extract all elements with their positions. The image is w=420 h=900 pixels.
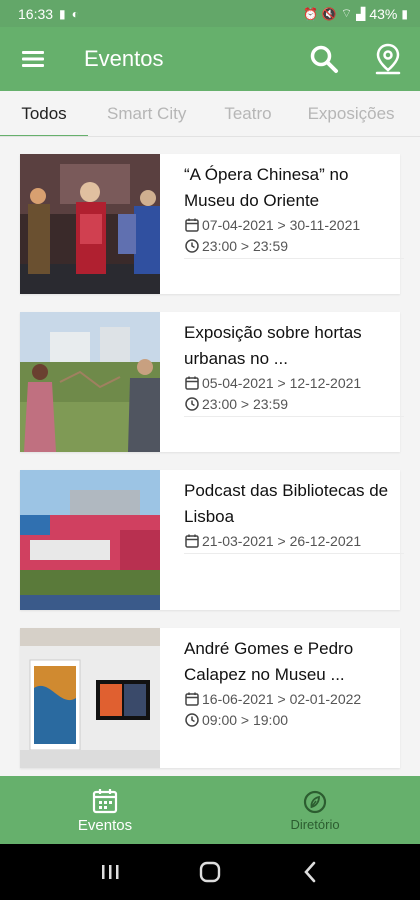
divider <box>184 416 404 417</box>
event-date-range: 16-06-2021 > 02-01-2022 <box>202 690 362 707</box>
event-card[interactable]: Exposição sobre hortas urbanas no ... 05… <box>20 312 404 452</box>
home-button[interactable] <box>190 852 230 892</box>
event-card[interactable]: Podcast das Bibliotecas de Lisboa 21-03-… <box>20 470 404 610</box>
battery-icon: ▮ <box>401 6 408 21</box>
clock-icon <box>185 238 199 253</box>
event-date-range: 07-04-2021 > 30-11-2021 <box>202 216 361 233</box>
tab-todos[interactable]: Todos <box>0 91 88 136</box>
wifi-icon: ⌔ <box>340 6 353 20</box>
mute-icon: 🔇 <box>321 6 337 21</box>
event-thumbnail <box>20 470 160 610</box>
event-hours: 23:00 > 23:59 <box>184 393 404 414</box>
signal-icon: ▟ <box>356 6 366 21</box>
event-title: Exposição sobre hortas urbanas no ... <box>184 323 362 368</box>
event-title: Podcast das Bibliotecas de Lisboa <box>184 481 389 526</box>
event-title: André Gomes e Pedro Calapez no Museu ... <box>184 639 354 684</box>
clock-icon <box>185 396 199 411</box>
event-title: “A Ópera Chinesa” no Museu do Oriente <box>184 165 349 210</box>
event-dates: 07-04-2021 > 30-11-2021 <box>184 214 404 235</box>
battery-level: 43% <box>369 5 398 22</box>
hamburger-menu-icon <box>22 51 44 67</box>
status-bar: 16:33 ▮ ◐ ⏰ 🔇 ⌔ ▟ 43% ▮ <box>0 0 420 27</box>
back-button[interactable] <box>290 852 330 892</box>
nav-diretorio[interactable]: Diretório <box>210 776 420 844</box>
calendar-icon <box>185 692 199 706</box>
search-icon <box>310 45 338 73</box>
event-date-range: 05-04-2021 > 12-12-2021 <box>202 374 362 391</box>
map-location-button[interactable] <box>356 27 420 91</box>
event-thumbnail <box>20 154 160 294</box>
clock-icon <box>185 712 199 727</box>
status-time: 16:33 <box>18 5 54 22</box>
event-date-range: 21-03-2021 > 26-12-2021 <box>202 532 362 549</box>
recent-apps-icon <box>102 865 119 879</box>
event-thumbnail <box>20 312 160 452</box>
event-hours: 09:00 > 19:00 <box>184 709 386 730</box>
divider <box>184 553 404 554</box>
nav-eventos-label: Eventos <box>77 816 133 834</box>
nav-diretorio-label: Diretório <box>290 816 340 832</box>
event-dates: 21-03-2021 > 26-12-2021 <box>184 530 404 551</box>
page-title: Eventos <box>84 46 164 71</box>
tab-smart-city[interactable]: Smart City <box>107 91 186 136</box>
tab-exposicoes[interactable]: Exposições <box>308 91 395 136</box>
search-button[interactable] <box>292 27 356 91</box>
event-thumbnail <box>20 628 160 768</box>
recent-apps-button[interactable] <box>90 852 130 892</box>
event-card[interactable]: “A Ópera Chinesa” no Museu do Oriente 07… <box>20 154 404 294</box>
tab-teatro[interactable]: Teatro <box>224 91 271 136</box>
calendar-icon <box>92 788 118 813</box>
back-icon <box>304 861 316 883</box>
event-dates: 05-04-2021 > 12-12-2021 <box>184 372 404 393</box>
event-list: “A Ópera Chinesa” no Museu do Oriente 07… <box>20 154 404 786</box>
notification-icon: ▮ <box>59 6 66 21</box>
divider <box>184 258 404 259</box>
bottom-navigation: Eventos Diretório <box>0 776 420 844</box>
system-navigation-bar <box>0 844 420 900</box>
home-icon <box>199 861 221 883</box>
event-time-range: 23:00 > 23:59 <box>202 237 289 254</box>
event-time-range: 23:00 > 23:59 <box>202 395 289 412</box>
app-bar: Eventos <box>0 27 420 91</box>
calendar-icon <box>185 376 199 390</box>
menu-button[interactable] <box>0 27 66 91</box>
compass-leaf-icon <box>303 790 327 813</box>
map-pin-icon <box>375 43 401 75</box>
calendar-icon <box>185 534 199 548</box>
event-card[interactable]: André Gomes e Pedro Calapez no Museu ...… <box>20 628 400 768</box>
nav-eventos[interactable]: Eventos <box>0 776 210 844</box>
category-tabs: Todos Smart City Teatro Exposições <box>0 91 420 137</box>
app-notification-icon: ◐ <box>71 6 79 21</box>
event-time-range: 09:00 > 19:00 <box>202 711 289 728</box>
alarm-icon: ⏰ <box>302 6 318 21</box>
calendar-icon <box>185 218 199 232</box>
event-dates: 16-06-2021 > 02-01-2022 <box>184 688 386 709</box>
event-hours: 23:00 > 23:59 <box>184 235 404 256</box>
